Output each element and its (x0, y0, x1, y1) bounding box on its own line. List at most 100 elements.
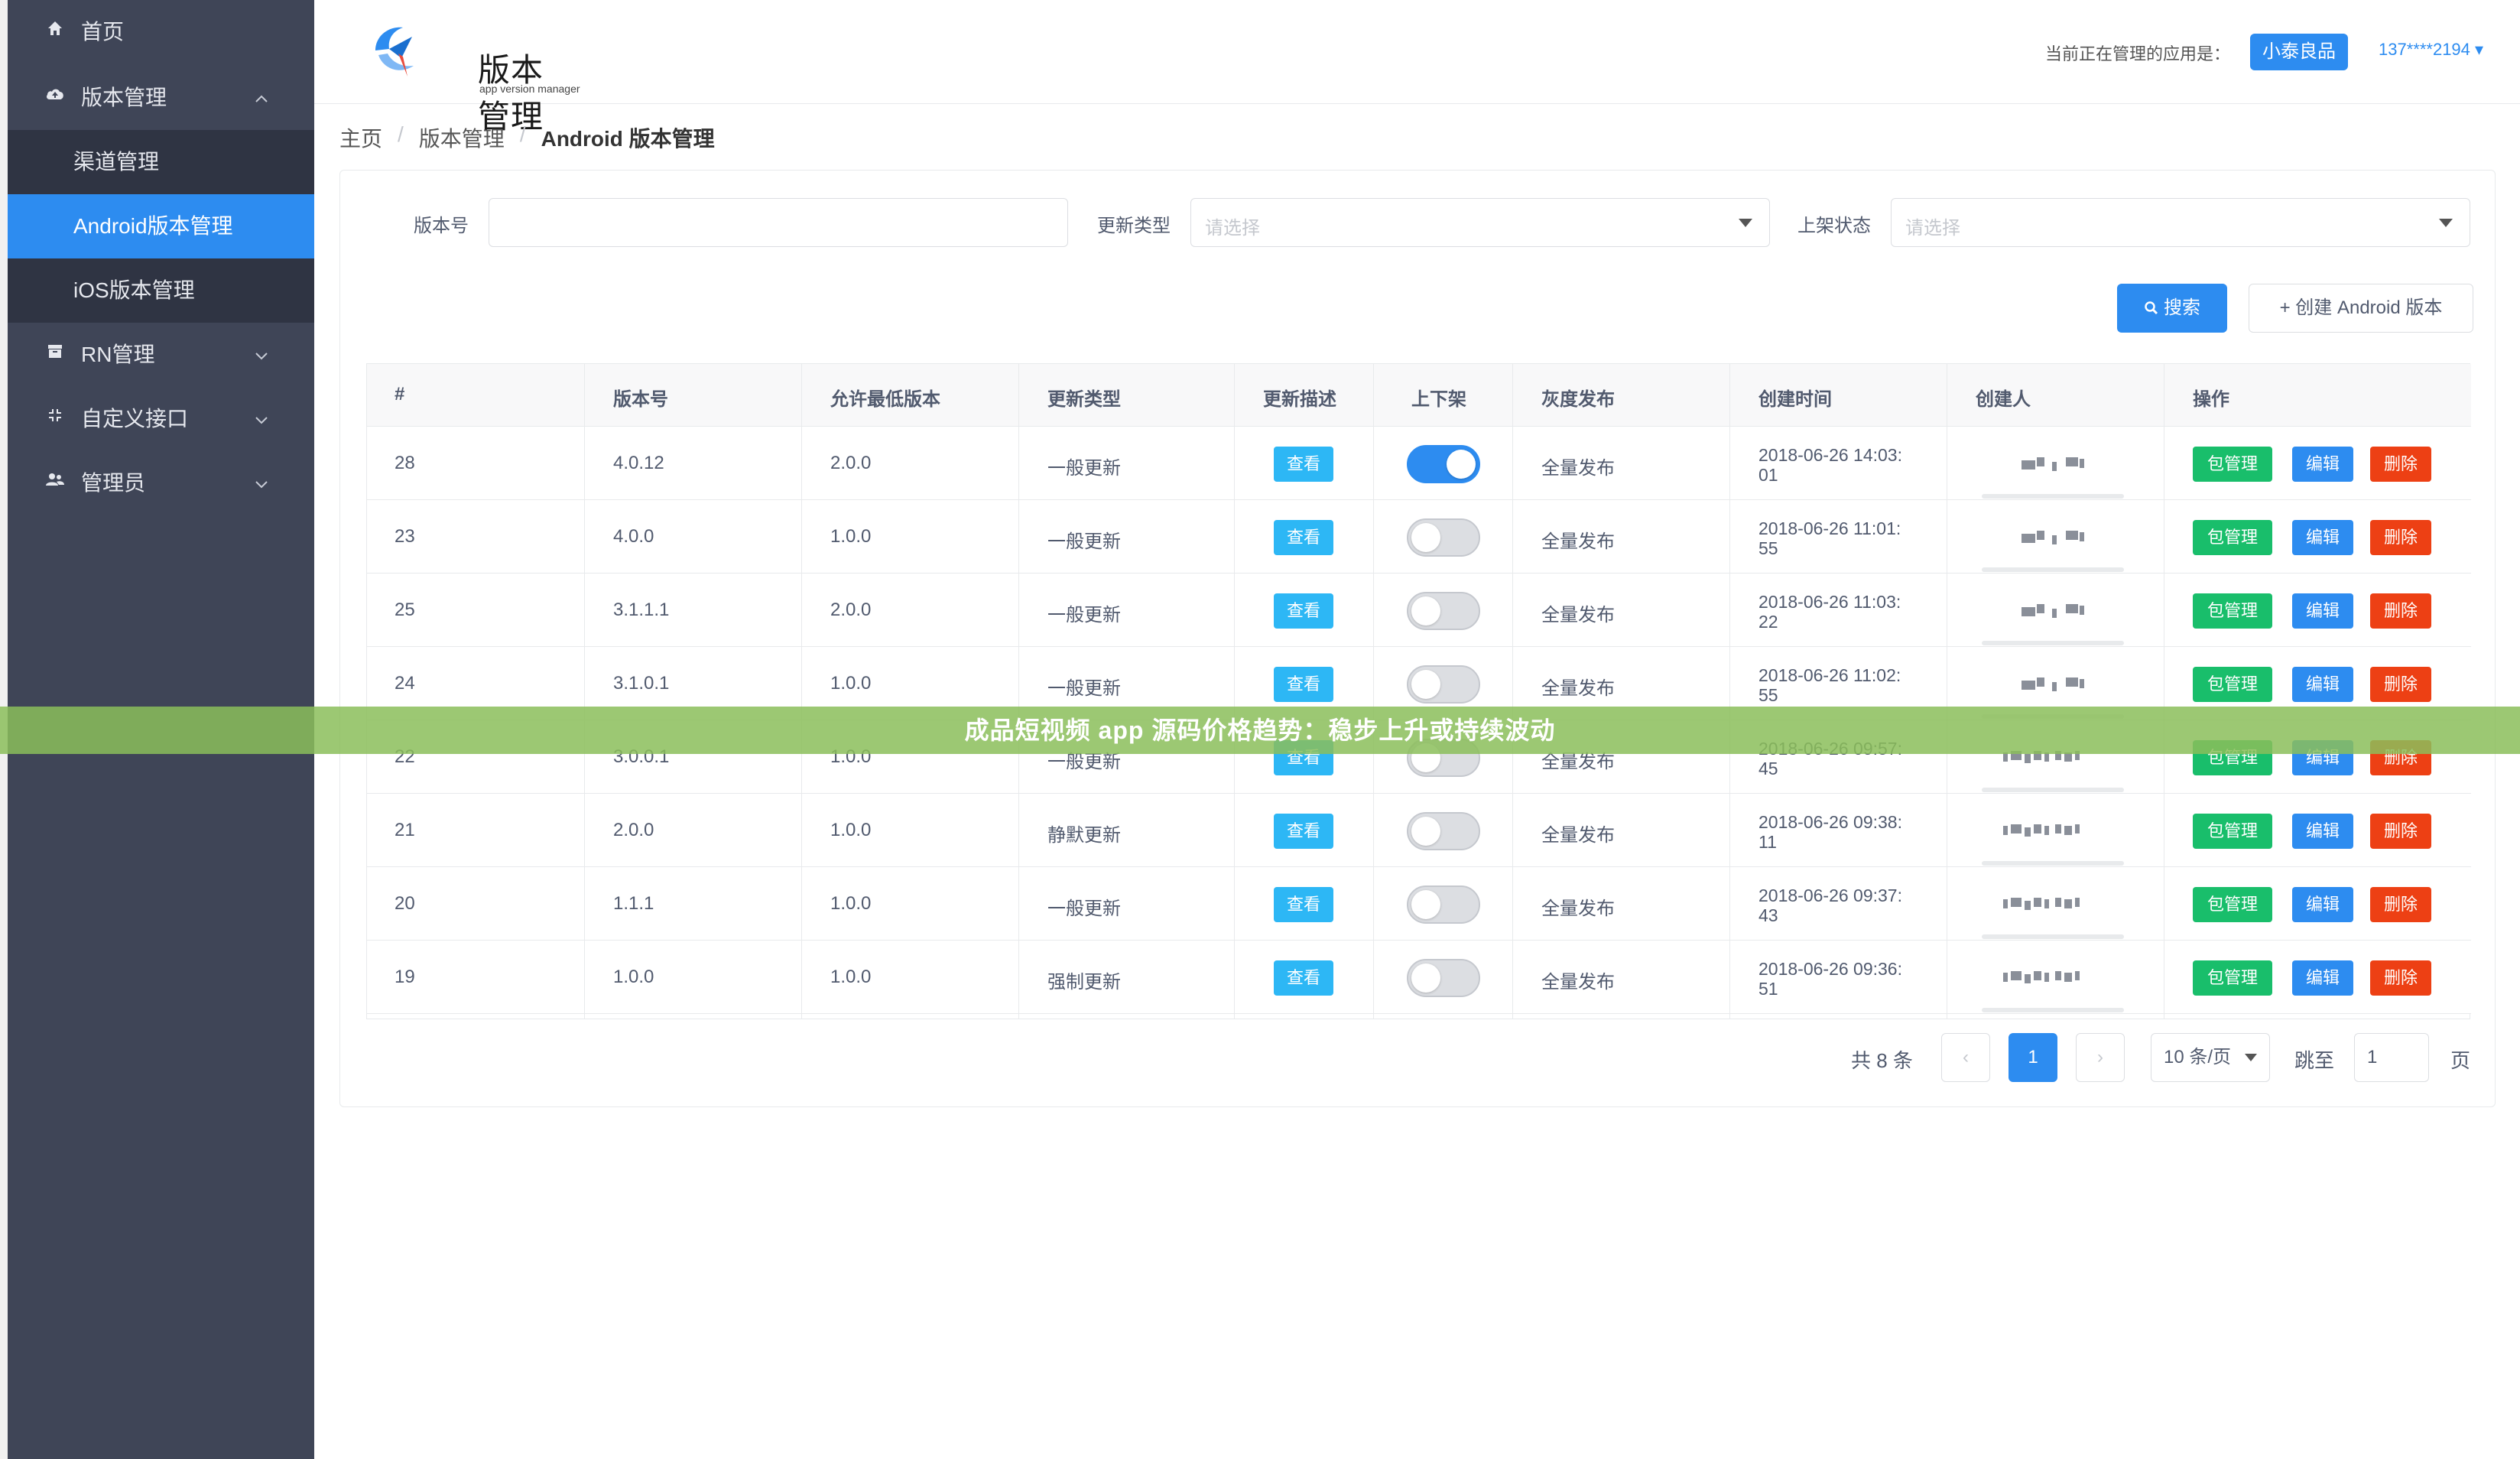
sidebar-item-android-version[interactable]: Android版本管理 (8, 194, 314, 258)
table-row: 20 1.1.1 1.0.0 一般更新 查看 全量发布 2018-06-26 09:37: 4… (367, 867, 2471, 941)
shelf-toggle[interactable] (1407, 959, 1480, 997)
toggle-knob (1411, 890, 1440, 919)
update-type-select[interactable]: 请选择 (1190, 198, 1770, 247)
create-android-version-button[interactable]: + 创建 Android 版本 (2249, 284, 2473, 333)
search-icon (2145, 301, 2158, 315)
delete-button[interactable]: 删除 (2370, 447, 2431, 482)
cell-created-time: 2018-06-26 11:01: 55 (1758, 518, 1934, 558)
cell-update-type: 静默更新 (1047, 825, 1121, 846)
shelf-toggle[interactable] (1407, 885, 1480, 924)
edit-button[interactable]: 编辑 (2292, 887, 2353, 922)
sidebar-item-channel-management[interactable]: 渠道管理 (8, 130, 314, 194)
table-row: 28 4.0.12 2.0.0 一般更新 查看 全量发布 2018-06-26 14:03:… (367, 427, 2471, 500)
view-description-button[interactable]: 查看 (1274, 960, 1333, 996)
edit-button[interactable]: 编辑 (2292, 520, 2353, 555)
toggle-knob (1447, 450, 1476, 479)
cell-created-time: 2018-06-26 11:03: 22 (1758, 592, 1934, 632)
column-divider (1234, 364, 1235, 1019)
package-manage-button[interactable]: 包管理 (2193, 447, 2272, 482)
shelf-toggle[interactable] (1407, 518, 1480, 557)
shelf-toggle[interactable] (1407, 445, 1480, 483)
shelf-toggle[interactable] (1407, 665, 1480, 704)
current-app-button[interactable]: 小泰良品 (2250, 34, 2348, 70)
column-divider (1018, 364, 1019, 1019)
edit-button[interactable]: 编辑 (2292, 447, 2353, 482)
page-1-button[interactable]: 1 (2009, 1033, 2057, 1082)
package-manage-button[interactable]: 包管理 (2193, 887, 2272, 922)
view-description-button[interactable]: 查看 (1274, 593, 1333, 629)
cell-id: 28 (395, 453, 415, 473)
delete-button[interactable]: 删除 (2370, 814, 2431, 849)
sidebar-item-rn-management[interactable]: RN管理 (8, 323, 314, 387)
cell-created-time: 2018-06-26 09:37: 43 (1758, 885, 1934, 925)
package-manage-button[interactable]: 包管理 (2193, 667, 2272, 702)
creator-underline (1982, 934, 2124, 939)
breadcrumb-home[interactable]: 主页 (339, 122, 382, 153)
view-description-button[interactable]: 查看 (1274, 814, 1333, 849)
creator-redacted (2012, 604, 2104, 618)
sidebar-item-custom-api[interactable]: 自定义接口 (8, 387, 314, 451)
next-page-button[interactable]: › (2076, 1033, 2125, 1082)
cell-gray-release: 全量发布 (1541, 531, 1615, 552)
delete-button[interactable]: 删除 (2370, 960, 2431, 996)
sidebar-item-home[interactable]: 首页 (8, 0, 314, 64)
creator-redacted (2003, 824, 2095, 837)
sidebar-item-admin[interactable]: 管理员 (8, 451, 314, 515)
package-manage-button[interactable]: 包管理 (2193, 520, 2272, 555)
cell-created-time: 2018-06-26 11:02: 55 (1758, 665, 1934, 705)
sidebar-item-version-management[interactable]: 版本管理 (8, 66, 314, 130)
package-manage-button[interactable]: 包管理 (2193, 960, 2272, 996)
created-time-line2: 55 (1758, 538, 1778, 558)
breadcrumb-section[interactable]: 版本管理 (419, 122, 505, 153)
view-description-button[interactable]: 查看 (1274, 887, 1333, 922)
page-size-select[interactable]: 10 条/页 (2151, 1033, 2270, 1082)
sidebar-item-label: RN管理 (81, 343, 155, 366)
delete-button[interactable]: 删除 (2370, 593, 2431, 629)
logo[interactable]: 版本管理 app version manager (368, 20, 580, 135)
delete-button[interactable]: 删除 (2370, 887, 2431, 922)
edit-button[interactable]: 编辑 (2292, 814, 2353, 849)
creator-underline (1982, 861, 2124, 866)
edit-button[interactable]: 编辑 (2292, 960, 2353, 996)
shelf-toggle[interactable] (1407, 812, 1480, 850)
toggle-knob (1411, 670, 1440, 699)
created-time-line1: 2018-06-26 09:37: (1758, 885, 1902, 905)
archive-icon (44, 343, 66, 364)
table-header: # 版本号 允许最低版本 更新类型 更新描述 上下架 灰度发布 创建时间 创建人… (367, 364, 2471, 427)
sidebar-item-label: 首页 (81, 20, 125, 44)
column-header: 更新描述 (1263, 389, 1336, 410)
version-filter-label: 版本号 (414, 216, 469, 236)
edit-button[interactable]: 编辑 (2292, 667, 2353, 702)
current-app-label: 当前正在管理的应用是： (2045, 44, 2231, 63)
prev-page-button[interactable]: ‹ (1941, 1033, 1990, 1082)
user-menu[interactable]: 137****2194 ▾ (2379, 40, 2483, 60)
package-manage-button[interactable]: 包管理 (2193, 814, 2272, 849)
view-description-button[interactable]: 查看 (1274, 520, 1333, 555)
cell-created-time: 2018-06-26 09:36: 51 (1758, 959, 1934, 999)
delete-button[interactable]: 删除 (2370, 520, 2431, 555)
jump-page-input[interactable]: 1 (2354, 1033, 2429, 1082)
view-description-button[interactable]: 查看 (1274, 447, 1333, 482)
package-manage-button[interactable]: 包管理 (2193, 593, 2272, 629)
creator-redacted (2012, 457, 2104, 471)
cell-id: 20 (395, 893, 415, 914)
created-time-line1: 2018-06-26 11:01: (1758, 518, 1901, 538)
caret-down-icon (2245, 1054, 2257, 1061)
created-time-line1: 2018-06-26 14:03: (1758, 445, 1902, 465)
created-time-line2: 11 (1758, 832, 1777, 852)
cell-version: 1.0.0 (613, 967, 654, 987)
users-icon (44, 471, 66, 492)
view-description-button[interactable]: 查看 (1274, 667, 1333, 702)
shelf-toggle[interactable] (1407, 592, 1480, 630)
created-time-line1: 2018-06-26 11:03: (1758, 592, 1901, 612)
cell-created-time: 2018-06-26 09:38: 11 (1758, 812, 1934, 852)
edit-button[interactable]: 编辑 (2292, 593, 2353, 629)
status-select[interactable]: 请选择 (1891, 198, 2470, 247)
search-button[interactable]: 搜索 (2117, 284, 2227, 333)
version-table: # 版本号 允许最低版本 更新类型 更新描述 上下架 灰度发布 创建时间 创建人… (366, 363, 2471, 1019)
sidebar-item-label: 管理员 (81, 471, 146, 495)
chevron-down-icon (255, 473, 268, 494)
sidebar-item-ios-version[interactable]: iOS版本管理 (8, 258, 314, 323)
delete-button[interactable]: 删除 (2370, 667, 2431, 702)
version-input[interactable] (489, 198, 1068, 247)
